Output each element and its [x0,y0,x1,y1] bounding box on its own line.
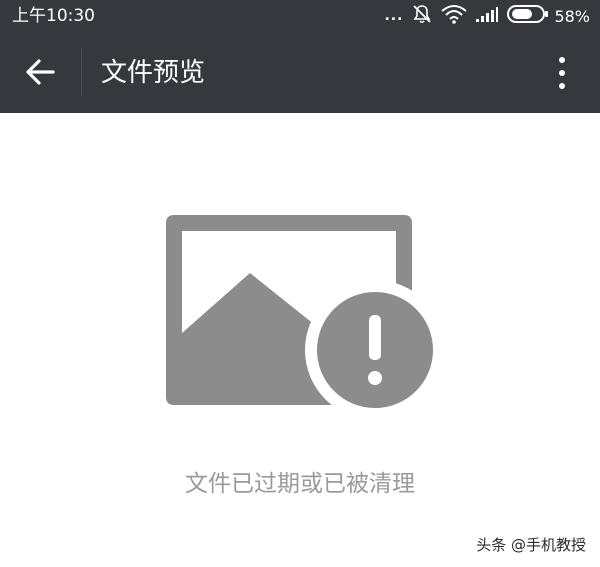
status-time: 上午10:30 [12,6,95,26]
status-bar: 上午10:30 ... 58% [0,0,600,32]
page-title: 文件预览 [101,58,206,88]
expired-message: 文件已过期或已被清理 [185,471,415,497]
watermark: 头条 @手机教授 [476,536,586,554]
more-vertical-icon [559,57,565,89]
alarm-off-icon [411,3,433,29]
notification-dots: ... [384,8,404,24]
more-menu-button[interactable] [552,54,572,92]
back-button[interactable] [20,54,60,90]
app-bar-divider [81,48,82,96]
image-expired-icon [160,205,445,420]
battery-icon [507,4,549,28]
signal-icon [475,5,499,27]
back-arrow-icon [26,59,55,85]
battery-percent: 58% [554,6,590,26]
status-icons: ... 58% [376,4,590,28]
app-bar: 文件预览 [0,32,600,113]
wifi-icon [441,4,468,28]
